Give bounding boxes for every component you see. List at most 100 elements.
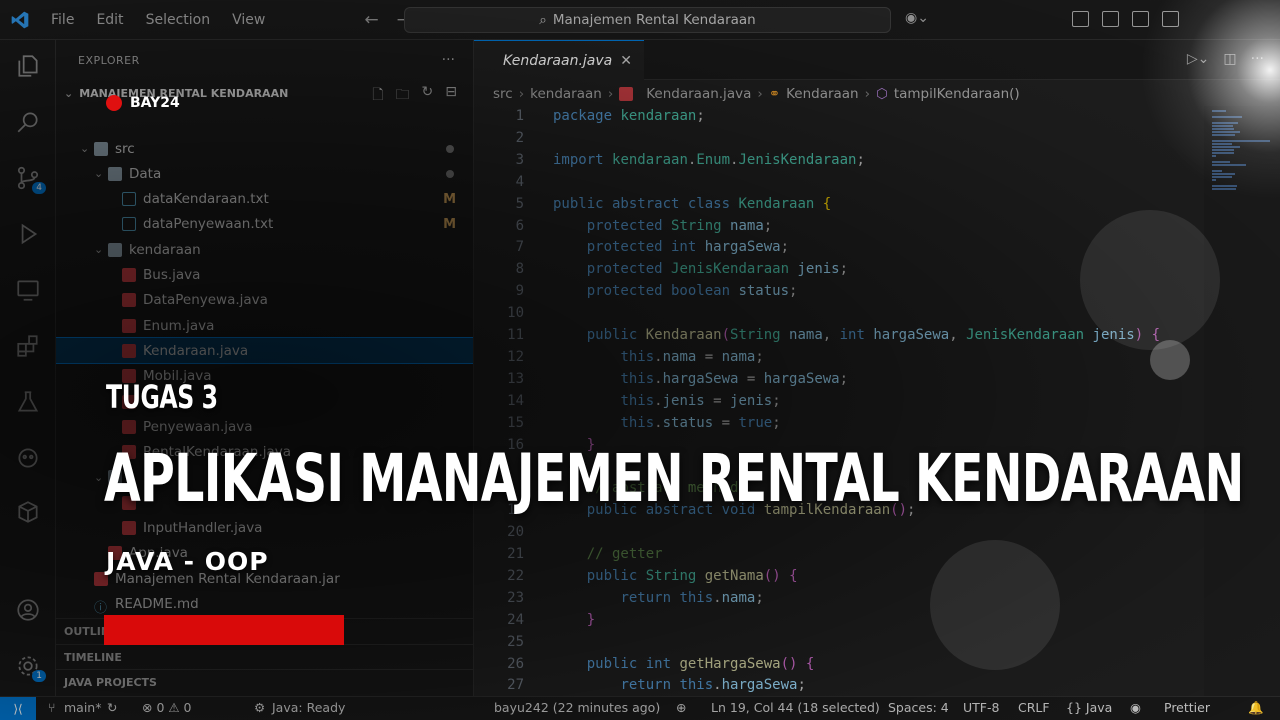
customize-layout-icon[interactable]: [1072, 11, 1089, 27]
tree-item[interactable]: ⌄ Data: [56, 161, 473, 186]
explorer-toolbar: 🗋 🗀 ↻ ⊟: [372, 84, 457, 108]
source-control-icon[interactable]: 4: [14, 164, 46, 194]
minimap-line: [1212, 152, 1234, 154]
code-line[interactable]: }: [553, 612, 595, 628]
tree-item[interactable]: InputHandler.java: [56, 516, 473, 541]
copilot-icon[interactable]: ◉⌄: [905, 10, 929, 26]
code-line[interactable]: protected boolean status;: [553, 283, 798, 299]
menu-selection[interactable]: Selection: [135, 12, 222, 28]
code-line[interactable]: this.status = true;: [553, 415, 780, 431]
code-line[interactable]: protected int hargaSewa;: [553, 239, 789, 255]
toggle-sidebar-icon[interactable]: [1102, 11, 1119, 27]
code-line[interactable]: public Kendaraan(String nama, int hargaS…: [553, 327, 1160, 343]
containers-icon[interactable]: [14, 498, 42, 526]
notifications-bell-icon[interactable]: 🔔: [1248, 700, 1264, 716]
breadcrumb-src[interactable]: src: [493, 86, 513, 102]
line-number: 13: [507, 370, 524, 387]
tree-item[interactable]: Kendaraan.java: [56, 337, 473, 365]
git-blame[interactable]: bayu242 (22 minutes ago): [494, 700, 660, 715]
zoom-icon[interactable]: ⊕: [676, 700, 686, 715]
more-actions-icon[interactable]: ···: [1251, 51, 1264, 67]
line-number: 21: [507, 546, 524, 562]
minimap-line: [1212, 176, 1232, 178]
java-status[interactable]: Java: Ready: [272, 700, 345, 715]
remote-explorer-icon[interactable]: [14, 276, 42, 304]
prettier-status[interactable]: Prettier: [1164, 700, 1210, 715]
more-actions-icon[interactable]: ···: [442, 52, 455, 68]
close-icon[interactable]: ✕: [620, 53, 632, 69]
code-line[interactable]: public String getNama() {: [553, 568, 798, 584]
new-file-icon[interactable]: 🗋: [372, 84, 383, 108]
git-branch[interactable]: main*: [64, 700, 101, 715]
testing-icon[interactable]: [14, 388, 42, 416]
code-line[interactable]: this.hargaSewa = hargaSewa;: [553, 371, 848, 387]
breadcrumb-file[interactable]: Kendaraan.java: [646, 86, 751, 102]
java-projects-section[interactable]: JAVA PROJECTS: [56, 669, 473, 694]
run-debug-icon[interactable]: [14, 220, 42, 248]
timeline-section[interactable]: TIMELINE: [56, 644, 473, 669]
tree-item[interactable]: ⓘ README.md: [56, 591, 473, 616]
explorer-icon[interactable]: [14, 52, 42, 80]
tree-item-label: dataPenyewaan.txt: [143, 216, 274, 233]
breadcrumb-folder[interactable]: kendaraan: [530, 86, 602, 102]
tree-item[interactable]: DataPenyewa.java: [56, 288, 473, 313]
code-line[interactable]: protected String nama;: [553, 218, 772, 234]
refresh-icon[interactable]: ↻: [422, 84, 434, 108]
java-file-icon: [122, 293, 136, 308]
breadcrumb-class[interactable]: Kendaraan: [786, 86, 859, 102]
command-center[interactable]: ⌕ Manajemen Rental Kendaraan: [404, 7, 891, 33]
code-line[interactable]: protected JenisKendaraan jenis;: [553, 261, 848, 277]
tree-item[interactable]: dataPenyewaan.txt M: [56, 212, 473, 237]
code-line[interactable]: return this.nama;: [553, 590, 763, 606]
code-line[interactable]: // getter: [553, 546, 663, 562]
cursor-position[interactable]: Ln 19, Col 44 (18 selected): [711, 700, 880, 715]
minimap-line: [1212, 110, 1227, 112]
minimap[interactable]: [1204, 106, 1280, 696]
line-ending[interactable]: CRLF: [1018, 700, 1050, 715]
back-arrow-icon[interactable]: ←: [364, 10, 378, 30]
tree-item[interactable]: Bus.java: [56, 263, 473, 288]
encoding[interactable]: UTF-8: [963, 700, 999, 715]
code-line[interactable]: this.nama = nama;: [553, 349, 763, 365]
tree-item[interactable]: dataKendaraan.txt M: [56, 187, 473, 212]
extensions-icon[interactable]: [14, 332, 42, 360]
code-line[interactable]: package kendaraan;: [553, 108, 705, 124]
code-line[interactable]: return this.hargaSewa;: [553, 677, 805, 693]
chevron-down-icon: ⌄: [80, 142, 90, 155]
tree-item[interactable]: ⌄ src: [56, 136, 473, 161]
tree-item[interactable]: Enum.java: [56, 313, 473, 338]
account-icon[interactable]: [14, 596, 42, 624]
problems-indicator[interactable]: ⊗ 0 ⚠ 0: [142, 700, 192, 715]
menu-view[interactable]: View: [221, 12, 276, 28]
collapse-all-icon[interactable]: ⊟: [445, 84, 457, 108]
code-line[interactable]: public int getHargaSewa() {: [553, 656, 815, 672]
new-folder-icon[interactable]: 🗀: [396, 84, 410, 108]
split-editor-icon[interactable]: ◫: [1223, 51, 1236, 67]
line-number: 22: [507, 567, 524, 584]
run-icon[interactable]: ▷⌄: [1187, 51, 1210, 67]
menu-edit[interactable]: Edit: [85, 12, 134, 28]
toggle-panel-icon[interactable]: [1132, 11, 1149, 27]
java-file-icon: [122, 419, 136, 434]
editor-actions: ▷⌄ ◫ ···: [1187, 51, 1264, 67]
toggle-secondary-sidebar-icon[interactable]: [1162, 11, 1179, 27]
breadcrumb-method[interactable]: tampilKendaraan(): [894, 86, 1020, 102]
search-icon[interactable]: [14, 108, 42, 136]
tree-item[interactable]: ⌄ kendaraan: [56, 237, 473, 262]
sync-icon[interactable]: ↻: [107, 700, 117, 715]
code-line[interactable]: public abstract class Kendaraan {: [553, 196, 831, 212]
copilot-chat-icon[interactable]: [14, 444, 42, 472]
code-editor[interactable]: 1 package kendaraan; 2 3 import kendaraan.En…: [474, 106, 1204, 696]
language-mode[interactable]: {} Java: [1066, 700, 1112, 715]
title-bar: File Edit Selection View ← → ⌕ Manajemen…: [0, 0, 1280, 40]
tree-item[interactable]: Penyewaan.java: [56, 414, 473, 439]
code-line[interactable]: this.jenis = jenis;: [553, 393, 780, 409]
tab-kendaraan-java[interactable]: Kendaraan.java ✕: [474, 40, 644, 80]
copilot-status-icon[interactable]: ◉: [1130, 700, 1141, 715]
code-line[interactable]: import kendaraan.Enum.JenisKendaraan;: [553, 152, 865, 168]
menu-file[interactable]: File: [40, 12, 85, 28]
remote-indicator-icon[interactable]: ⟩⟨: [0, 697, 36, 720]
line-number: 23: [507, 589, 524, 606]
settings-gear-icon[interactable]: 1: [14, 652, 46, 682]
indentation[interactable]: Spaces: 4: [888, 700, 949, 715]
